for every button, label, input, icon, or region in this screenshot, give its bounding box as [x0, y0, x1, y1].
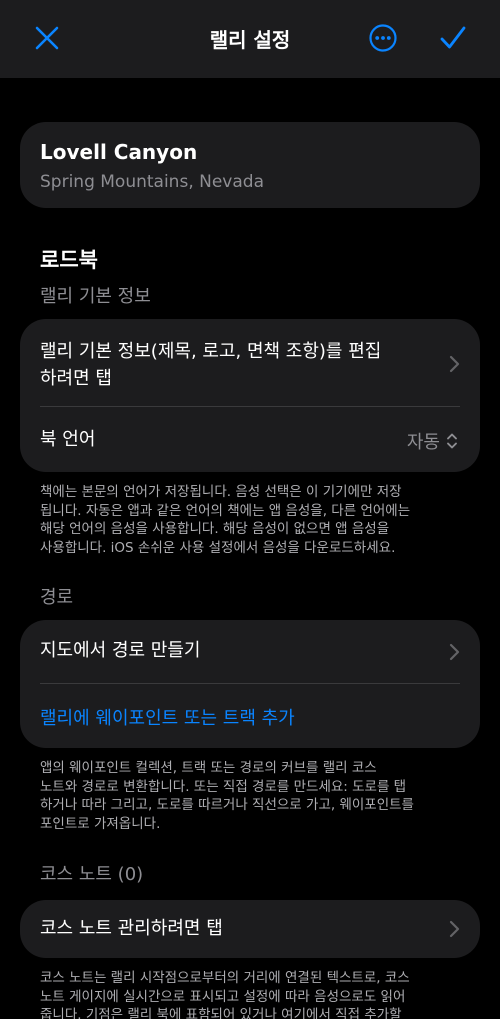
page-title: 랠리 설정 [209, 28, 291, 52]
chevron-up-down-icon [447, 433, 457, 449]
roadbook-subtitle: 랠리 기본 정보 [40, 286, 151, 307]
course-notes-footnote: 코스 노트는 랠리 시작점으로부터의 거리에 연결된 텍스트로, 코스 노트 게… [40, 970, 410, 1019]
manage-course-notes-label: 코스 노트 관리하려면 탭 [40, 918, 223, 939]
chevron-right-icon [449, 355, 460, 373]
route-footnote: 앱의 웨이포인트 컬렉션, 트랙 또는 경로의 커브를 랠리 코스 노트와 경로… [40, 760, 414, 832]
book-language-value: 자동 [406, 432, 440, 453]
edit-rally-info-label: 랠리 기본 정보(제목, 로고, 면책 조항)를 편집 하려면 탭 [40, 341, 382, 389]
route-card: 지도에서 경로 만들기 랠리에 웨이포인트 또는 트랙 추가 [20, 620, 480, 748]
rally-info-card: 랠리 기본 정보(제목, 로고, 면책 조항)를 편집 하려면 탭 북 언어 자… [20, 319, 480, 472]
more-options-button[interactable] [365, 20, 401, 56]
navigation-bar: 랠리 설정 [0, 0, 500, 78]
course-notes-card: 코스 노트 관리하려면 탭 [20, 900, 480, 958]
ellipsis-circle-icon [369, 24, 397, 52]
chevron-right-icon [449, 643, 460, 661]
book-language-footnote: 책에는 본문의 언어가 저장됩니다. 음성 선택은 이 기기에만 저장 됩니다.… [40, 484, 411, 556]
add-waypoints-or-track-link[interactable]: 랠리에 웨이포인트 또는 트랙 추가 [40, 704, 295, 730]
route-section-header: 경로 [40, 587, 74, 608]
location-card[interactable]: Lovell Canyon Spring Mountains, Nevada [20, 122, 480, 208]
row-divider [40, 406, 460, 407]
location-name: Lovell Canyon [40, 140, 198, 164]
roadbook-title: 로드북 [40, 248, 98, 272]
checkmark-icon [440, 26, 466, 49]
course-notes-header: 코스 노트 (0) [40, 864, 144, 885]
create-route-label: 지도에서 경로 만들기 [40, 640, 201, 661]
chevron-right-icon [449, 920, 460, 938]
done-button[interactable] [435, 20, 471, 56]
book-language-picker[interactable]: 자동 [407, 428, 458, 454]
row-divider [40, 683, 460, 684]
location-region: Spring Mountains, Nevada [40, 172, 264, 192]
book-language-label: 북 언어 [40, 429, 96, 450]
